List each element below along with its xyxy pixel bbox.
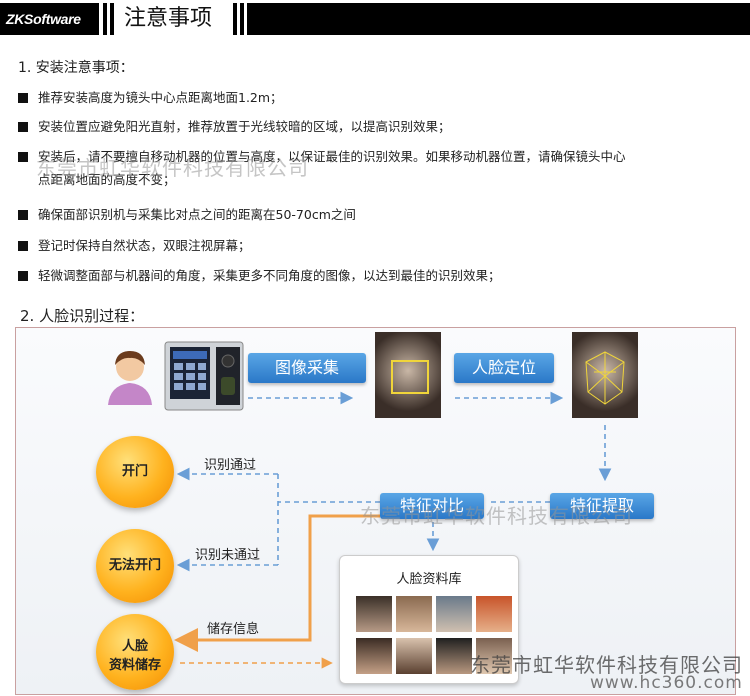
user-icon xyxy=(108,351,152,405)
face-thumbnail xyxy=(436,638,472,674)
fail-label: 识别未通过 xyxy=(195,548,261,563)
face-thumbnail xyxy=(476,596,512,632)
capture-step-button: 图像采集 xyxy=(248,353,366,383)
face-thumbnail xyxy=(396,638,432,674)
watermark-text: 东莞市虹华软件科技有限公司 xyxy=(360,504,633,528)
store-label: 储存信息 xyxy=(207,622,260,637)
face-thumbnail xyxy=(356,638,392,674)
face-thumbnail xyxy=(396,596,432,632)
watermark-text: 东莞市虹华软件科技有限公司 xyxy=(36,156,309,180)
face-recognition-device-icon xyxy=(164,341,244,411)
store-line1: 人脸 xyxy=(121,639,148,654)
face-feature-image xyxy=(572,332,638,418)
no-open-result: 无法开门 xyxy=(96,529,174,603)
watermark-url: www.hc360.com xyxy=(590,673,743,693)
store-data-result: 人脸 资料储存 xyxy=(96,614,174,690)
face-detection-box xyxy=(391,360,429,394)
database-title: 人脸资料库 xyxy=(396,572,462,587)
locate-step-button: 人脸定位 xyxy=(454,353,554,383)
face-thumbnail xyxy=(436,596,472,632)
face-capture-image xyxy=(375,332,441,418)
store-line2: 资料储存 xyxy=(108,658,161,673)
face-mesh-icon xyxy=(585,351,625,405)
pass-label: 识别通过 xyxy=(204,458,257,473)
face-thumbnail xyxy=(356,596,392,632)
open-door-result: 开门 xyxy=(96,436,174,508)
